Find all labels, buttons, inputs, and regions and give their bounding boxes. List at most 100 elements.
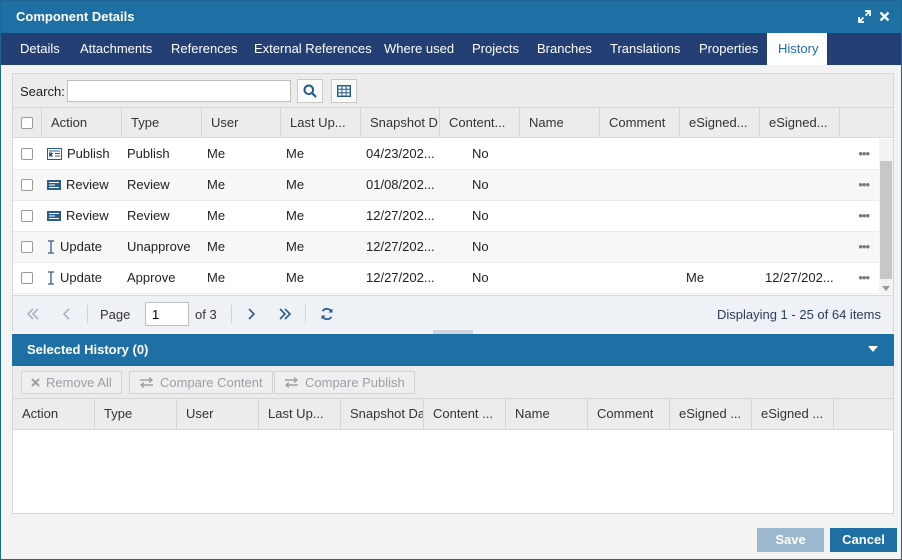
col-esigned-date[interactable]: eSigned... — [760, 108, 840, 138]
sel-col-user[interactable]: User — [177, 399, 259, 429]
history-rows: Publish Publish Me Me 04/23/202... No ••… — [13, 139, 879, 294]
col-esigned-by[interactable]: eSigned... — [680, 108, 760, 138]
last-page-button[interactable] — [275, 304, 295, 324]
tab-bar: Details Attachments References External … — [1, 33, 901, 65]
save-button[interactable]: Save — [757, 528, 824, 552]
next-page-button[interactable] — [241, 304, 261, 324]
page-label: Page — [100, 307, 131, 322]
collapse-caret-icon[interactable] — [868, 346, 878, 352]
table-row[interactable]: Update Approve Me Me 12/27/202... No Me … — [13, 263, 879, 294]
col-type[interactable]: Type — [122, 108, 202, 138]
dialog-footer: Save Cancel — [1, 519, 901, 559]
table-row[interactable]: Review Review Me Me 12/27/202... No ••• — [13, 201, 879, 232]
row-last-updated: Me — [286, 177, 305, 192]
cancel-button[interactable]: Cancel — [830, 528, 897, 552]
selected-history-toolbar: Remove All Compare Content Compare Publi… — [12, 366, 894, 398]
review-icon — [47, 180, 61, 190]
sel-col-name[interactable]: Name — [506, 399, 588, 429]
tab-translations[interactable]: Translations — [599, 33, 691, 65]
row-menu-icon[interactable]: ••• — [858, 232, 870, 262]
compare-publish-label: Compare Publish — [305, 375, 405, 390]
tab-history[interactable]: History — [767, 33, 827, 65]
sel-col-esigned-by[interactable]: eSigned ... — [670, 399, 752, 429]
row-content: No — [472, 239, 489, 254]
row-menu-icon[interactable]: ••• — [858, 139, 870, 169]
tab-projects[interactable]: Projects — [461, 33, 530, 65]
sel-col-action[interactable]: Action — [13, 399, 95, 429]
double-chevron-right-icon — [279, 308, 292, 320]
table-row[interactable]: Publish Publish Me Me 04/23/202... No ••… — [13, 139, 879, 170]
row-checkbox[interactable] — [21, 241, 33, 253]
refresh-button[interactable] — [317, 304, 337, 324]
sel-col-type[interactable]: Type — [95, 399, 177, 429]
col-snapshot-date[interactable]: Snapshot D — [361, 108, 440, 138]
prev-page-button[interactable] — [57, 304, 77, 324]
row-menu-icon[interactable]: ••• — [858, 170, 870, 200]
col-comment[interactable]: Comment — [600, 108, 680, 138]
selected-history-header[interactable]: Selected History (0) — [12, 334, 894, 366]
row-action: Update — [60, 239, 102, 254]
row-type: Unapprove — [127, 239, 191, 254]
row-type: Review — [127, 208, 170, 223]
col-user[interactable]: User — [202, 108, 281, 138]
col-name[interactable]: Name — [520, 108, 600, 138]
sel-col-content[interactable]: Content ... — [424, 399, 506, 429]
tab-branches[interactable]: Branches — [526, 33, 603, 65]
remove-all-label: Remove All — [46, 375, 112, 390]
row-type: Approve — [127, 270, 176, 285]
tab-details[interactable]: Details — [9, 33, 71, 65]
scrollbar-thumb[interactable] — [880, 161, 892, 279]
pager: Page of 3 Displaying 1 - 25 of 64 items — [13, 295, 893, 331]
row-menu-icon[interactable]: ••• — [858, 263, 870, 293]
row-checkbox[interactable] — [21, 148, 33, 160]
row-esigned-by: Me — [686, 270, 705, 285]
double-chevron-left-icon — [26, 308, 39, 320]
chevron-right-icon — [248, 308, 255, 320]
tab-properties[interactable]: Properties — [688, 33, 769, 65]
page-number-input[interactable] — [145, 302, 189, 326]
search-button[interactable] — [297, 79, 323, 103]
text-cursor-icon — [48, 240, 54, 254]
publish-icon — [47, 148, 62, 160]
sel-col-last-updated[interactable]: Last Up... — [259, 399, 341, 429]
sel-col-snapshot-date[interactable]: Snapshot Da — [341, 399, 424, 429]
compare-publish-button[interactable]: Compare Publish — [274, 371, 415, 394]
col-last-updated[interactable]: Last Up... — [281, 108, 361, 138]
tab-references[interactable]: References — [160, 33, 248, 65]
sel-col-esigned-date[interactable]: eSigned ... — [752, 399, 834, 429]
maximize-icon[interactable] — [857, 8, 871, 24]
row-checkbox[interactable] — [21, 272, 33, 284]
row-menu-icon[interactable]: ••• — [858, 201, 870, 231]
table-row[interactable]: Update Unapprove Me Me 12/27/202... No •… — [13, 232, 879, 263]
row-snapshot-date: 12/27/202... — [366, 270, 435, 285]
search-icon — [303, 84, 317, 98]
row-checkbox[interactable] — [21, 210, 33, 222]
row-last-updated: Me — [286, 239, 305, 254]
dialog-title: Component Details — [16, 9, 135, 24]
first-page-button[interactable] — [23, 304, 43, 324]
refresh-icon — [321, 307, 333, 321]
row-content: No — [472, 208, 489, 223]
tab-attachments[interactable]: Attachments — [69, 33, 163, 65]
row-user: Me — [207, 177, 226, 192]
remove-all-button[interactable]: Remove All — [21, 371, 122, 394]
column-chooser-button[interactable] — [331, 79, 357, 103]
col-content[interactable]: Content... — [440, 108, 520, 138]
row-content: No — [472, 270, 489, 285]
close-icon[interactable] — [877, 8, 891, 24]
row-type: Publish — [127, 146, 170, 161]
search-input[interactable] — [67, 80, 291, 102]
vertical-scrollbar[interactable] — [879, 139, 893, 294]
tab-external-references[interactable]: External References — [243, 33, 383, 65]
scroll-down-icon[interactable] — [882, 286, 890, 291]
tab-where-used[interactable]: Where used — [373, 33, 465, 65]
col-action[interactable]: Action — [42, 108, 122, 138]
row-action: Review — [66, 208, 109, 223]
table-row[interactable]: Review Review Me Me 01/08/202... No ••• — [13, 170, 879, 201]
select-all-checkbox[interactable] — [21, 117, 33, 129]
select-all-checkbox-cell — [13, 108, 42, 138]
row-checkbox[interactable] — [21, 179, 33, 191]
sel-col-comment[interactable]: Comment — [588, 399, 670, 429]
compare-content-button[interactable]: Compare Content — [129, 371, 273, 394]
row-user: Me — [207, 270, 226, 285]
